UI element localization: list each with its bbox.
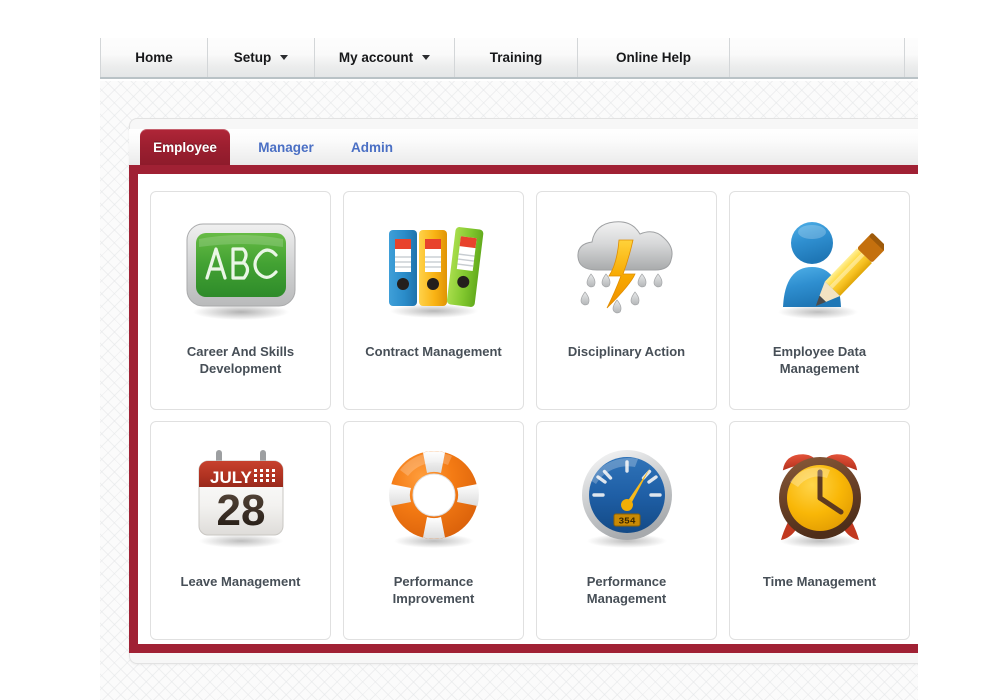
speedometer-icon: 354 bbox=[537, 422, 716, 574]
tile-employee-data-management[interactable]: Employee Data Management bbox=[729, 191, 910, 410]
nav-item-label: Online Help bbox=[615, 50, 691, 65]
tile-contract-management[interactable]: Contract Management bbox=[343, 191, 524, 410]
top-navigation-bar: Home Setup My account Training Online He… bbox=[100, 38, 918, 79]
tab-manager[interactable]: Manager bbox=[242, 129, 330, 165]
nav-item-label: My account bbox=[338, 50, 414, 65]
life-ring-icon bbox=[344, 422, 523, 574]
tile-label: Time Management bbox=[762, 574, 877, 589]
alarm-clock-icon bbox=[730, 422, 909, 574]
nav-item-label: Home bbox=[135, 50, 173, 65]
tile-performance-improvement[interactable]: Performance Improvement bbox=[343, 421, 524, 640]
tile-career-and-skills-development[interactable]: Career And Skills Development bbox=[150, 191, 331, 410]
tile-row: JULY 28 Leave Management Performance Imp… bbox=[150, 421, 918, 640]
tile-label: Performance Management bbox=[586, 574, 667, 606]
storm-cloud-lightning-icon bbox=[537, 192, 716, 344]
tab-employee[interactable]: Employee bbox=[140, 129, 230, 165]
page-viewport: Home Setup My account Training Online He… bbox=[0, 0, 918, 700]
calendar-month-text: JULY bbox=[210, 468, 253, 487]
tab-label: Admin bbox=[351, 139, 393, 155]
tile-leave-management[interactable]: JULY 28 Leave Management bbox=[150, 421, 331, 640]
tile-time-management[interactable]: Time Management bbox=[729, 421, 910, 640]
nav-empty-cell bbox=[730, 38, 905, 77]
nav-item-label: Setup bbox=[233, 50, 272, 65]
nav-item-home[interactable]: Home bbox=[100, 38, 208, 77]
speedometer-reading-text: 354 bbox=[618, 516, 635, 527]
calendar-icon: JULY 28 bbox=[151, 422, 330, 574]
tile-row: Career And Skills Development Contract M… bbox=[150, 191, 918, 410]
tab-strip: Employee Manager Admin bbox=[129, 129, 918, 169]
calendar-day-text: 28 bbox=[216, 486, 265, 535]
tile-disciplinary-action[interactable]: Disciplinary Action bbox=[536, 191, 717, 410]
tab-label: Employee bbox=[153, 139, 217, 155]
nav-item-setup[interactable]: Setup bbox=[208, 38, 315, 77]
module-tile-grid: Career And Skills Development Contract M… bbox=[150, 191, 918, 651]
user-pencil-icon bbox=[730, 192, 909, 344]
binders-icon bbox=[344, 192, 523, 344]
tab-label: Manager bbox=[258, 139, 314, 155]
nav-item-training[interactable]: Training bbox=[455, 38, 578, 77]
chevron-down-icon bbox=[422, 55, 431, 60]
tile-performance-management[interactable]: 354 Performance Management bbox=[536, 421, 717, 640]
nav-item-label: Training bbox=[489, 50, 543, 65]
tile-label: Employee Data Management bbox=[772, 344, 867, 376]
tile-label: Leave Management bbox=[180, 574, 301, 589]
chevron-down-icon bbox=[280, 55, 289, 60]
tab-admin[interactable]: Admin bbox=[336, 129, 408, 165]
tile-label: Performance Improvement bbox=[392, 574, 475, 606]
tile-label: Contract Management bbox=[365, 344, 502, 359]
tile-label: Disciplinary Action bbox=[567, 344, 686, 359]
nav-item-online-help[interactable]: Online Help bbox=[578, 38, 730, 77]
nav-item-my-account[interactable]: My account bbox=[315, 38, 455, 77]
tile-label: Career And Skills Development bbox=[186, 344, 295, 376]
chalkboard-abc-icon bbox=[151, 192, 330, 344]
